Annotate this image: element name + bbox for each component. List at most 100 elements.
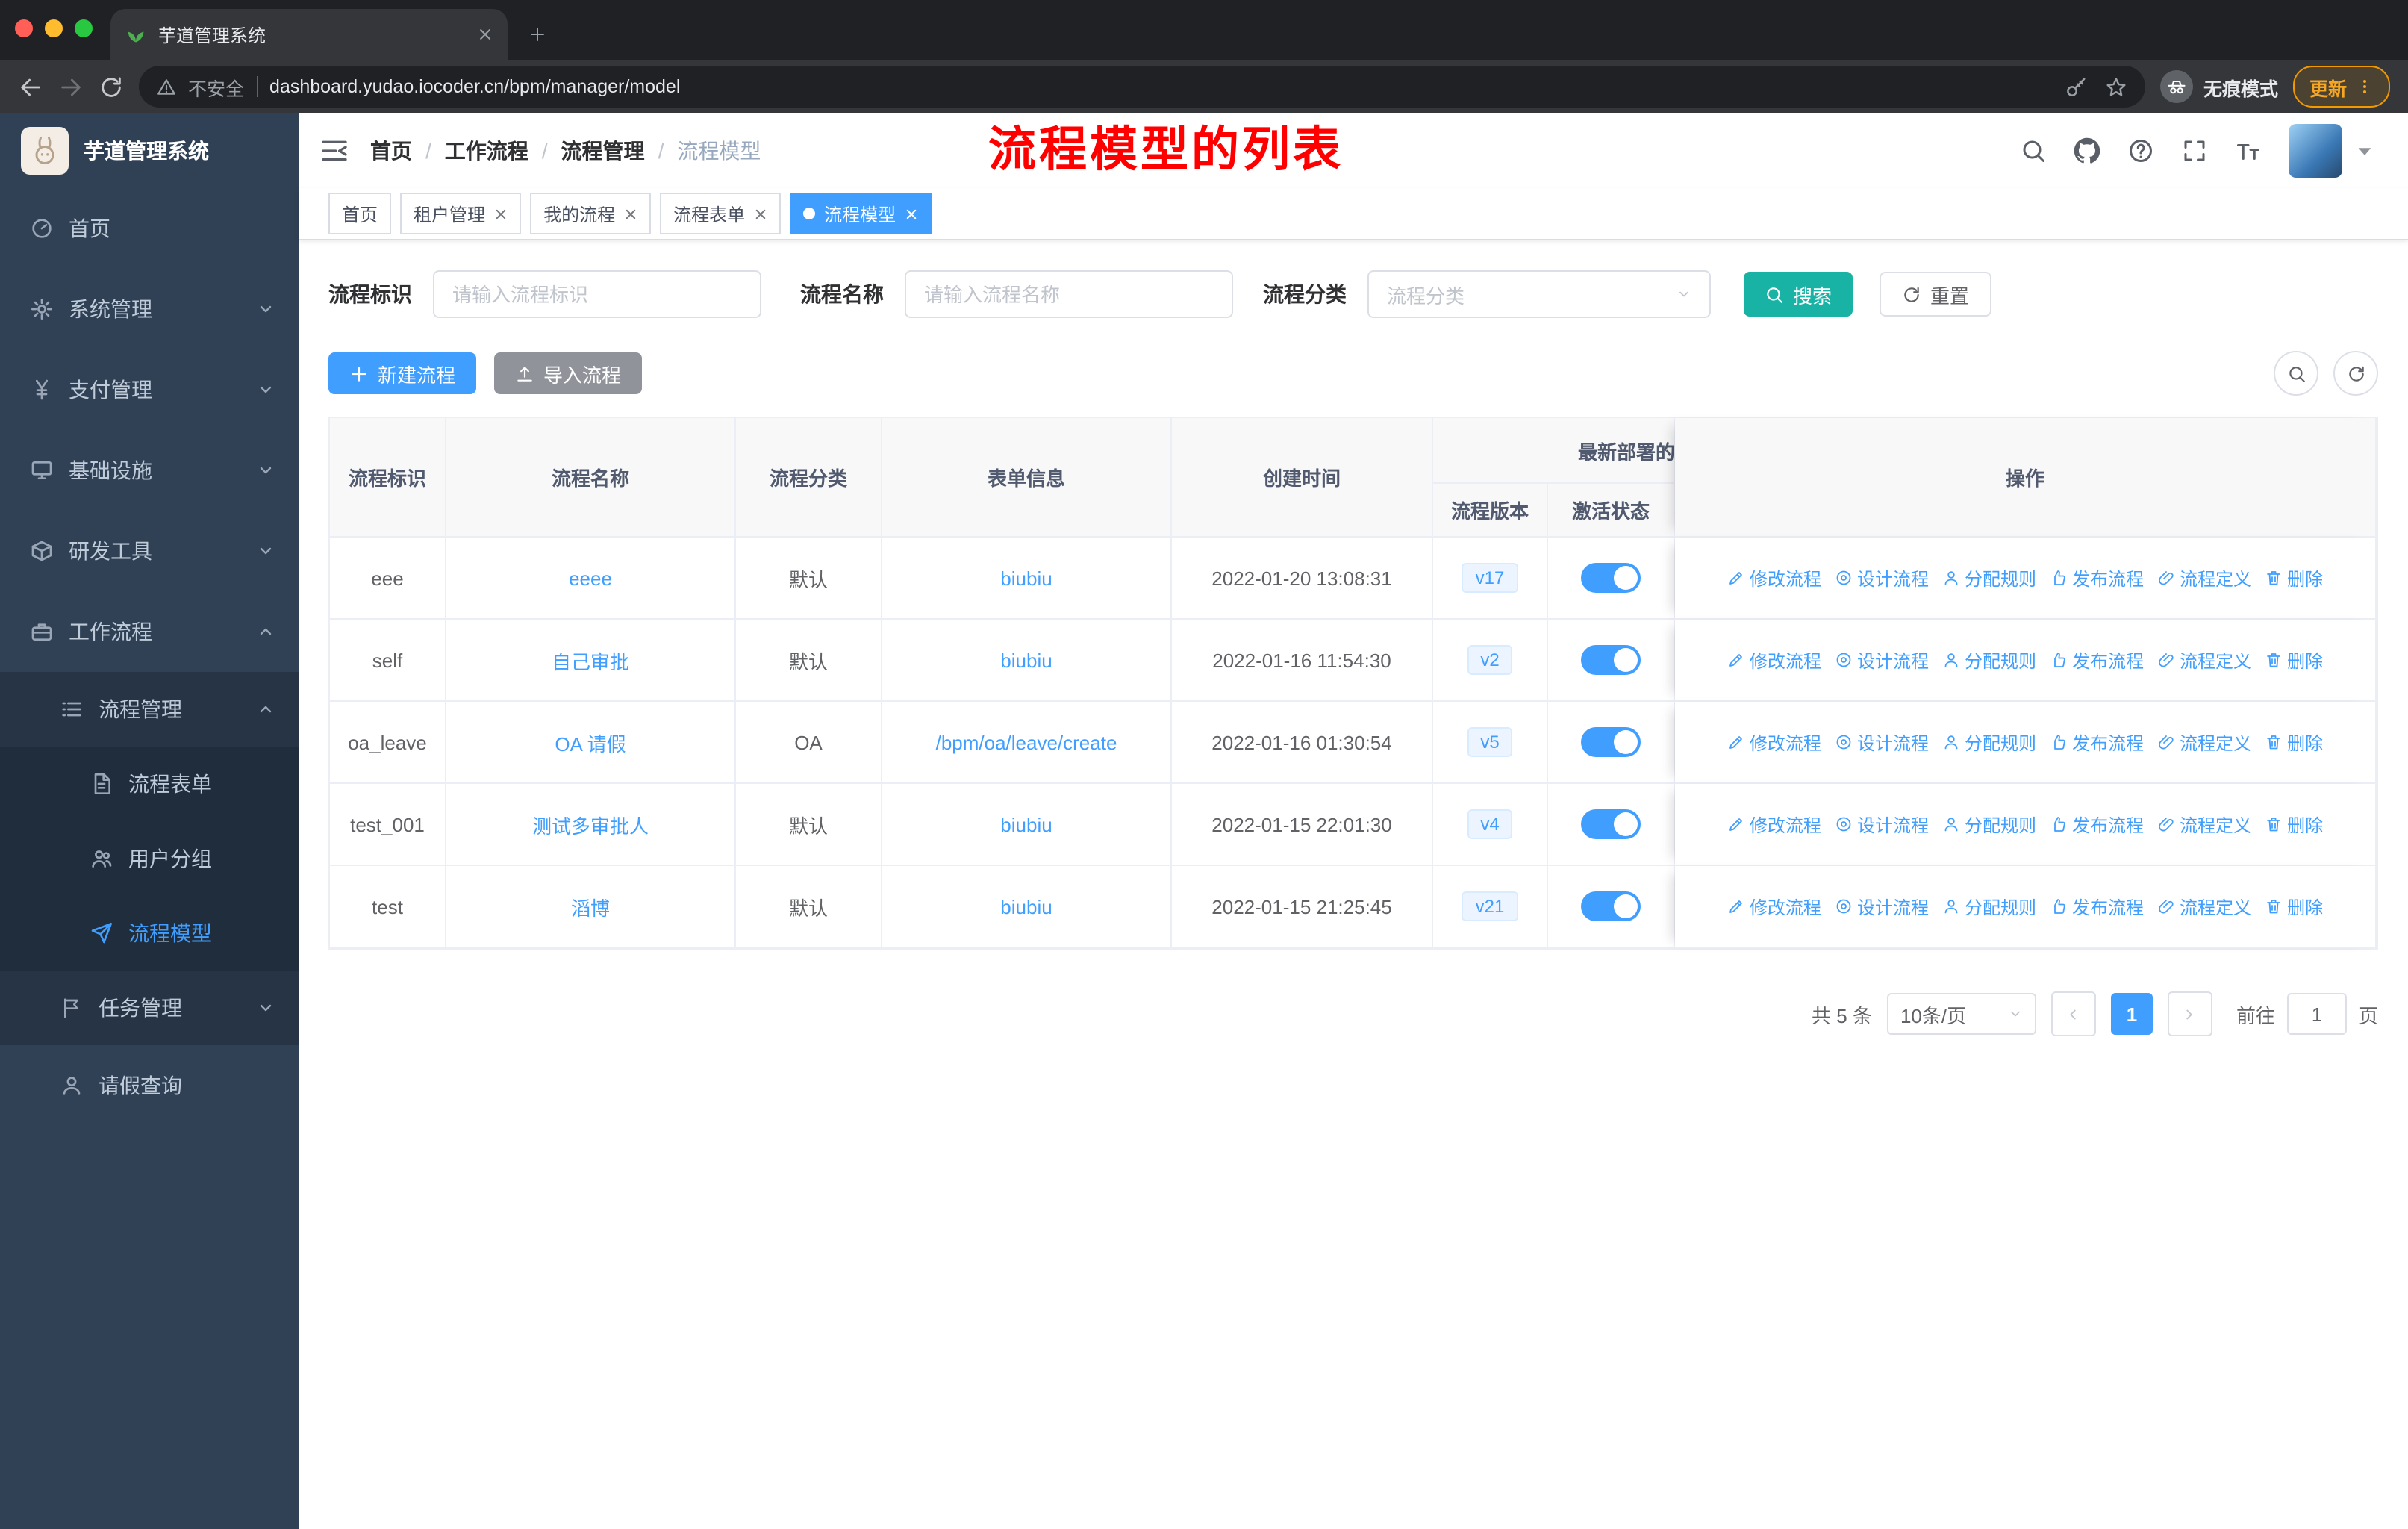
- design-process-link[interactable]: 设计流程: [1835, 812, 1929, 837]
- tag-process-form[interactable]: 流程表单: [660, 193, 782, 234]
- active-switch[interactable]: [1581, 809, 1641, 839]
- breadcrumb-process-mgmt[interactable]: 流程管理: [561, 136, 645, 166]
- active-switch[interactable]: [1581, 891, 1641, 921]
- process-name-link[interactable]: eeee: [569, 567, 612, 589]
- sidebar-item-task-mgmt[interactable]: 任务管理: [0, 971, 299, 1045]
- design-process-link[interactable]: 设计流程: [1835, 729, 1929, 755]
- form-info-link[interactable]: biubiu: [1000, 567, 1052, 589]
- sidebar-item-process-mgmt[interactable]: 流程管理: [0, 672, 299, 747]
- font-size-icon[interactable]: [2235, 137, 2262, 164]
- version-tag[interactable]: v2: [1467, 645, 1513, 675]
- sidebar-item-payment[interactable]: 支付管理: [0, 349, 299, 430]
- process-name-link[interactable]: 测试多审批人: [532, 815, 649, 837]
- design-process-link[interactable]: 设计流程: [1835, 565, 1929, 591]
- delete-process-link[interactable]: 删除: [2265, 647, 2323, 673]
- kebab-menu-icon[interactable]: [2356, 78, 2374, 96]
- sidebar-item-devtools[interactable]: 研发工具: [0, 511, 299, 591]
- minimize-window-button[interactable]: [45, 19, 63, 37]
- form-info-link[interactable]: biubiu: [1000, 649, 1052, 671]
- design-process-link[interactable]: 设计流程: [1835, 647, 1929, 673]
- tag-close-icon[interactable]: [624, 207, 637, 220]
- sidebar-item-home[interactable]: 首页: [0, 188, 299, 269]
- refresh-table-button[interactable]: [2333, 351, 2378, 396]
- sidebar-fold-icon[interactable]: [319, 136, 349, 166]
- form-info-link[interactable]: /bpm/oa/leave/create: [936, 731, 1117, 753]
- prev-page-button[interactable]: [2050, 991, 2096, 1036]
- create-process-button[interactable]: 新建流程: [328, 352, 477, 394]
- form-info-link[interactable]: biubiu: [1000, 895, 1052, 918]
- filter-name-input[interactable]: [905, 270, 1233, 318]
- page-size-select[interactable]: 10条/页: [1886, 993, 2036, 1035]
- goto-page-input[interactable]: [2286, 993, 2347, 1035]
- tag-home[interactable]: 首页: [328, 193, 392, 234]
- reload-icon[interactable]: [99, 74, 124, 99]
- edit-process-link[interactable]: 修改流程: [1727, 812, 1821, 837]
- assign-rule-link[interactable]: 分配规则: [1942, 812, 2036, 837]
- fullscreen-icon[interactable]: [2181, 137, 2208, 164]
- process-definition-link[interactable]: 流程定义: [2157, 565, 2251, 591]
- version-tag[interactable]: v4: [1467, 809, 1513, 839]
- tag-tenant[interactable]: 租户管理: [400, 193, 522, 234]
- user-avatar[interactable]: [2289, 124, 2342, 178]
- edit-process-link[interactable]: 修改流程: [1727, 729, 1821, 755]
- assign-rule-link[interactable]: 分配规则: [1942, 647, 2036, 673]
- new-tab-button[interactable]: [528, 25, 546, 43]
- assign-rule-link[interactable]: 分配规则: [1942, 894, 2036, 919]
- tag-close-icon[interactable]: [905, 207, 918, 220]
- assign-rule-link[interactable]: 分配规则: [1942, 565, 2036, 591]
- process-name-link[interactable]: 滔博: [571, 897, 610, 919]
- back-icon[interactable]: [18, 74, 43, 99]
- breadcrumb-home[interactable]: 首页: [370, 136, 412, 166]
- bookmark-star-icon[interactable]: [2105, 75, 2127, 98]
- delete-process-link[interactable]: 删除: [2265, 565, 2323, 591]
- delete-process-link[interactable]: 删除: [2265, 812, 2323, 837]
- close-window-button[interactable]: [15, 19, 33, 37]
- edit-process-link[interactable]: 修改流程: [1727, 647, 1821, 673]
- import-process-button[interactable]: 导入流程: [494, 352, 643, 394]
- forward-icon[interactable]: [58, 74, 84, 99]
- sidebar-item-user-group[interactable]: 用户分组: [0, 821, 299, 896]
- publish-process-link[interactable]: 发布流程: [2050, 812, 2144, 837]
- process-definition-link[interactable]: 流程定义: [2157, 647, 2251, 673]
- tag-my-process[interactable]: 我的流程: [530, 193, 652, 234]
- version-tag[interactable]: v17: [1462, 563, 1518, 593]
- edit-process-link[interactable]: 修改流程: [1727, 565, 1821, 591]
- active-switch[interactable]: [1581, 645, 1641, 675]
- process-definition-link[interactable]: 流程定义: [2157, 812, 2251, 837]
- browser-update-button[interactable]: 更新: [2292, 66, 2390, 108]
- sidebar-item-infra[interactable]: 基础设施: [0, 430, 299, 511]
- tab-close-icon[interactable]: [478, 27, 493, 42]
- publish-process-link[interactable]: 发布流程: [2050, 565, 2144, 591]
- version-tag[interactable]: v5: [1467, 727, 1513, 757]
- sidebar-item-process-model[interactable]: 流程模型: [0, 896, 299, 971]
- active-switch[interactable]: [1581, 563, 1641, 593]
- tag-close-icon[interactable]: [494, 207, 508, 220]
- process-name-link[interactable]: OA 请假: [555, 732, 626, 755]
- breadcrumb-workflow[interactable]: 工作流程: [445, 136, 528, 166]
- zoom-window-button[interactable]: [75, 19, 93, 37]
- browser-tab[interactable]: 芋道管理系统: [110, 9, 508, 60]
- process-name-link[interactable]: 自己审批: [552, 650, 629, 673]
- delete-process-link[interactable]: 删除: [2265, 729, 2323, 755]
- github-icon[interactable]: [2074, 137, 2100, 164]
- sidebar-item-process-form[interactable]: 流程表单: [0, 747, 299, 821]
- reset-button[interactable]: 重置: [1880, 272, 1992, 317]
- address-bar[interactable]: 不安全 dashboard.yudao.iocoder.cn/bpm/manag…: [139, 66, 2145, 108]
- tag-process-model[interactable]: 流程模型: [790, 193, 932, 234]
- search-button[interactable]: 搜索: [1744, 272, 1853, 317]
- sidebar-item-system[interactable]: 系统管理: [0, 269, 299, 349]
- filter-category-select[interactable]: 流程分类: [1367, 270, 1711, 318]
- sidebar-item-leave-query[interactable]: 请假查询: [0, 1045, 299, 1126]
- sidebar-item-workflow[interactable]: 工作流程: [0, 591, 299, 672]
- help-icon[interactable]: [2127, 137, 2154, 164]
- publish-process-link[interactable]: 发布流程: [2050, 894, 2144, 919]
- design-process-link[interactable]: 设计流程: [1835, 894, 1929, 919]
- toggle-search-button[interactable]: [2274, 351, 2318, 396]
- publish-process-link[interactable]: 发布流程: [2050, 729, 2144, 755]
- password-key-icon[interactable]: [2065, 75, 2087, 98]
- assign-rule-link[interactable]: 分配规则: [1942, 729, 2036, 755]
- edit-process-link[interactable]: 修改流程: [1727, 894, 1821, 919]
- publish-process-link[interactable]: 发布流程: [2050, 647, 2144, 673]
- process-definition-link[interactable]: 流程定义: [2157, 729, 2251, 755]
- next-page-button[interactable]: [2167, 991, 2212, 1036]
